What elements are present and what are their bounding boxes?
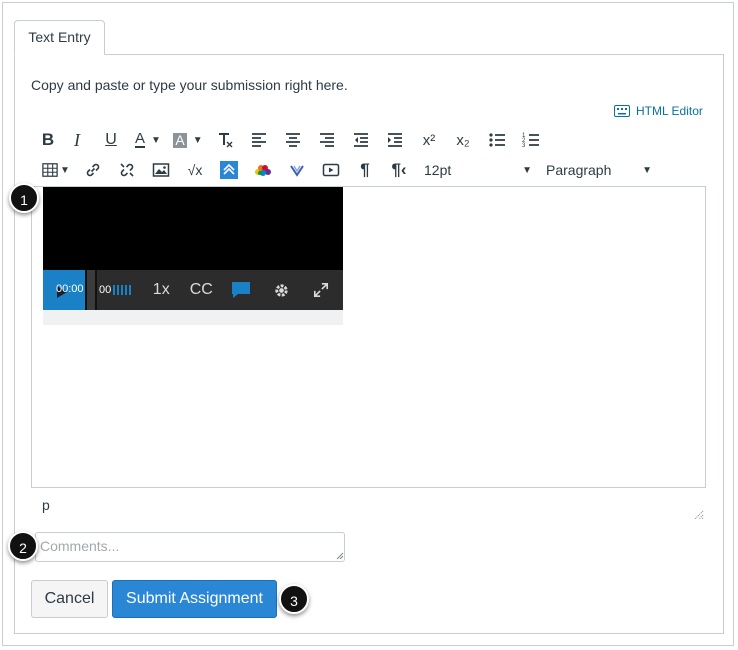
video-icon [322, 163, 340, 177]
bold-button[interactable]: B [36, 127, 60, 153]
image-icon [152, 163, 170, 177]
comments-resize-grip-icon[interactable] [334, 550, 344, 560]
peacock-icon [255, 165, 271, 176]
rtl-paragraph-button[interactable]: ¶‹ [382, 157, 416, 183]
editor-toolbar-row2: ▼ √x ¶ ¶‹ 12pt ▼ Paragraph ▼ [36, 157, 658, 183]
block-format-select[interactable]: Paragraph ▼ [540, 157, 658, 183]
align-right-button[interactable] [310, 127, 344, 153]
align-right-icon [320, 133, 334, 147]
unlink-icon [120, 163, 134, 177]
background-color-button[interactable]: A ▼ [168, 127, 208, 153]
ltr-paragraph-icon: ¶ [360, 160, 370, 179]
embedded-video-player[interactable]: 00:00 00 1x CC [43, 187, 343, 325]
ltr-paragraph-button[interactable]: ¶ [348, 157, 382, 183]
svg-text:3: 3 [522, 143, 526, 149]
font-size-value: 12pt [424, 162, 452, 178]
keyboard-icon [614, 105, 630, 117]
subscript-button[interactable]: x₂ [446, 127, 480, 153]
play-button[interactable]: 00:00 [43, 270, 85, 310]
volume-slider[interactable] [113, 285, 132, 295]
font-size-select[interactable]: 12pt ▼ [418, 157, 538, 183]
media-plugin-button[interactable] [246, 157, 280, 183]
align-center-icon [286, 133, 300, 147]
apps-plugin-icon [220, 161, 238, 179]
clear-formatting-icon [219, 133, 233, 148]
video-controls-bar: 00:00 00 1x CC [43, 270, 343, 310]
indent-button[interactable] [378, 127, 412, 153]
unlink-button[interactable] [110, 157, 144, 183]
duration-time: 00 [99, 284, 112, 296]
html-editor-label: HTML Editor [636, 104, 703, 118]
outdent-button[interactable] [344, 127, 378, 153]
chevron-down-icon: ▼ [151, 134, 161, 146]
background-color-icon: A [173, 131, 187, 148]
math-equation-button[interactable]: √x [178, 157, 212, 183]
numbered-list-icon: 123 [522, 133, 539, 149]
indent-icon [388, 133, 402, 147]
underline-button[interactable]: U [94, 127, 128, 153]
cancel-button[interactable]: Cancel [31, 580, 108, 618]
fullscreen-icon [314, 282, 329, 298]
square-root-icon: √x [187, 162, 203, 178]
block-format-value: Paragraph [546, 162, 612, 178]
settings-button[interactable] [261, 270, 301, 310]
numbered-list-button[interactable]: 123 [514, 127, 548, 153]
table-button[interactable]: ▼ [36, 157, 76, 183]
outdent-icon [354, 133, 368, 147]
submit-assignment-button[interactable]: Submit Assignment [112, 580, 277, 618]
editor-resize-grip-icon[interactable] [692, 508, 704, 520]
record-media-button[interactable] [314, 157, 348, 183]
captions-button[interactable]: CC [181, 270, 221, 310]
chevron-down-icon: ▼ [642, 164, 652, 176]
callout-badge-1: 1 [9, 183, 39, 213]
bullet-list-button[interactable] [480, 127, 514, 153]
callout-badge-2: 2 [8, 531, 38, 561]
current-time: 00:00 [56, 283, 84, 295]
vimeo-icon [290, 165, 304, 177]
table-icon [42, 163, 58, 177]
clear-formatting-button[interactable] [208, 127, 242, 153]
transcript-button[interactable] [221, 270, 261, 310]
image-button[interactable] [144, 157, 178, 183]
fullscreen-button[interactable] [301, 270, 341, 310]
playback-speed-button[interactable]: 1x [141, 270, 181, 310]
comments-field[interactable] [35, 532, 345, 562]
instructions-text: Copy and paste or type your submission r… [31, 77, 348, 93]
html-editor-link[interactable]: HTML Editor [614, 104, 703, 118]
align-center-button[interactable] [276, 127, 310, 153]
italic-button[interactable]: I [60, 127, 94, 153]
progress-bar[interactable] [85, 270, 97, 310]
element-path-label: p [42, 497, 50, 513]
apps-plugin-button[interactable] [212, 157, 246, 183]
superscript-button[interactable]: x² [412, 127, 446, 153]
rtl-paragraph-icon: ¶‹ [391, 160, 407, 179]
align-left-icon [252, 133, 266, 147]
callout-badge-3: 3 [279, 584, 309, 614]
text-color-icon: A [135, 130, 146, 148]
editor-toolbar-row1: B I U A ▼ A ▼ x² x₂ 123 [36, 127, 548, 153]
chevron-down-icon: ▼ [192, 134, 203, 146]
chevron-down-icon: ▼ [522, 164, 532, 176]
chevron-down-icon: ▼ [60, 164, 70, 176]
text-color-button[interactable]: A ▼ [128, 127, 168, 153]
tab-text-entry[interactable]: Text Entry [14, 20, 105, 55]
gear-icon [275, 283, 288, 297]
video-display[interactable] [43, 187, 343, 270]
bullet-list-icon [489, 133, 505, 147]
align-left-button[interactable] [242, 127, 276, 153]
vimeo-plugin-button[interactable] [280, 157, 314, 183]
speech-bubble-icon [232, 282, 251, 298]
link-icon [86, 163, 100, 177]
link-button[interactable] [76, 157, 110, 183]
